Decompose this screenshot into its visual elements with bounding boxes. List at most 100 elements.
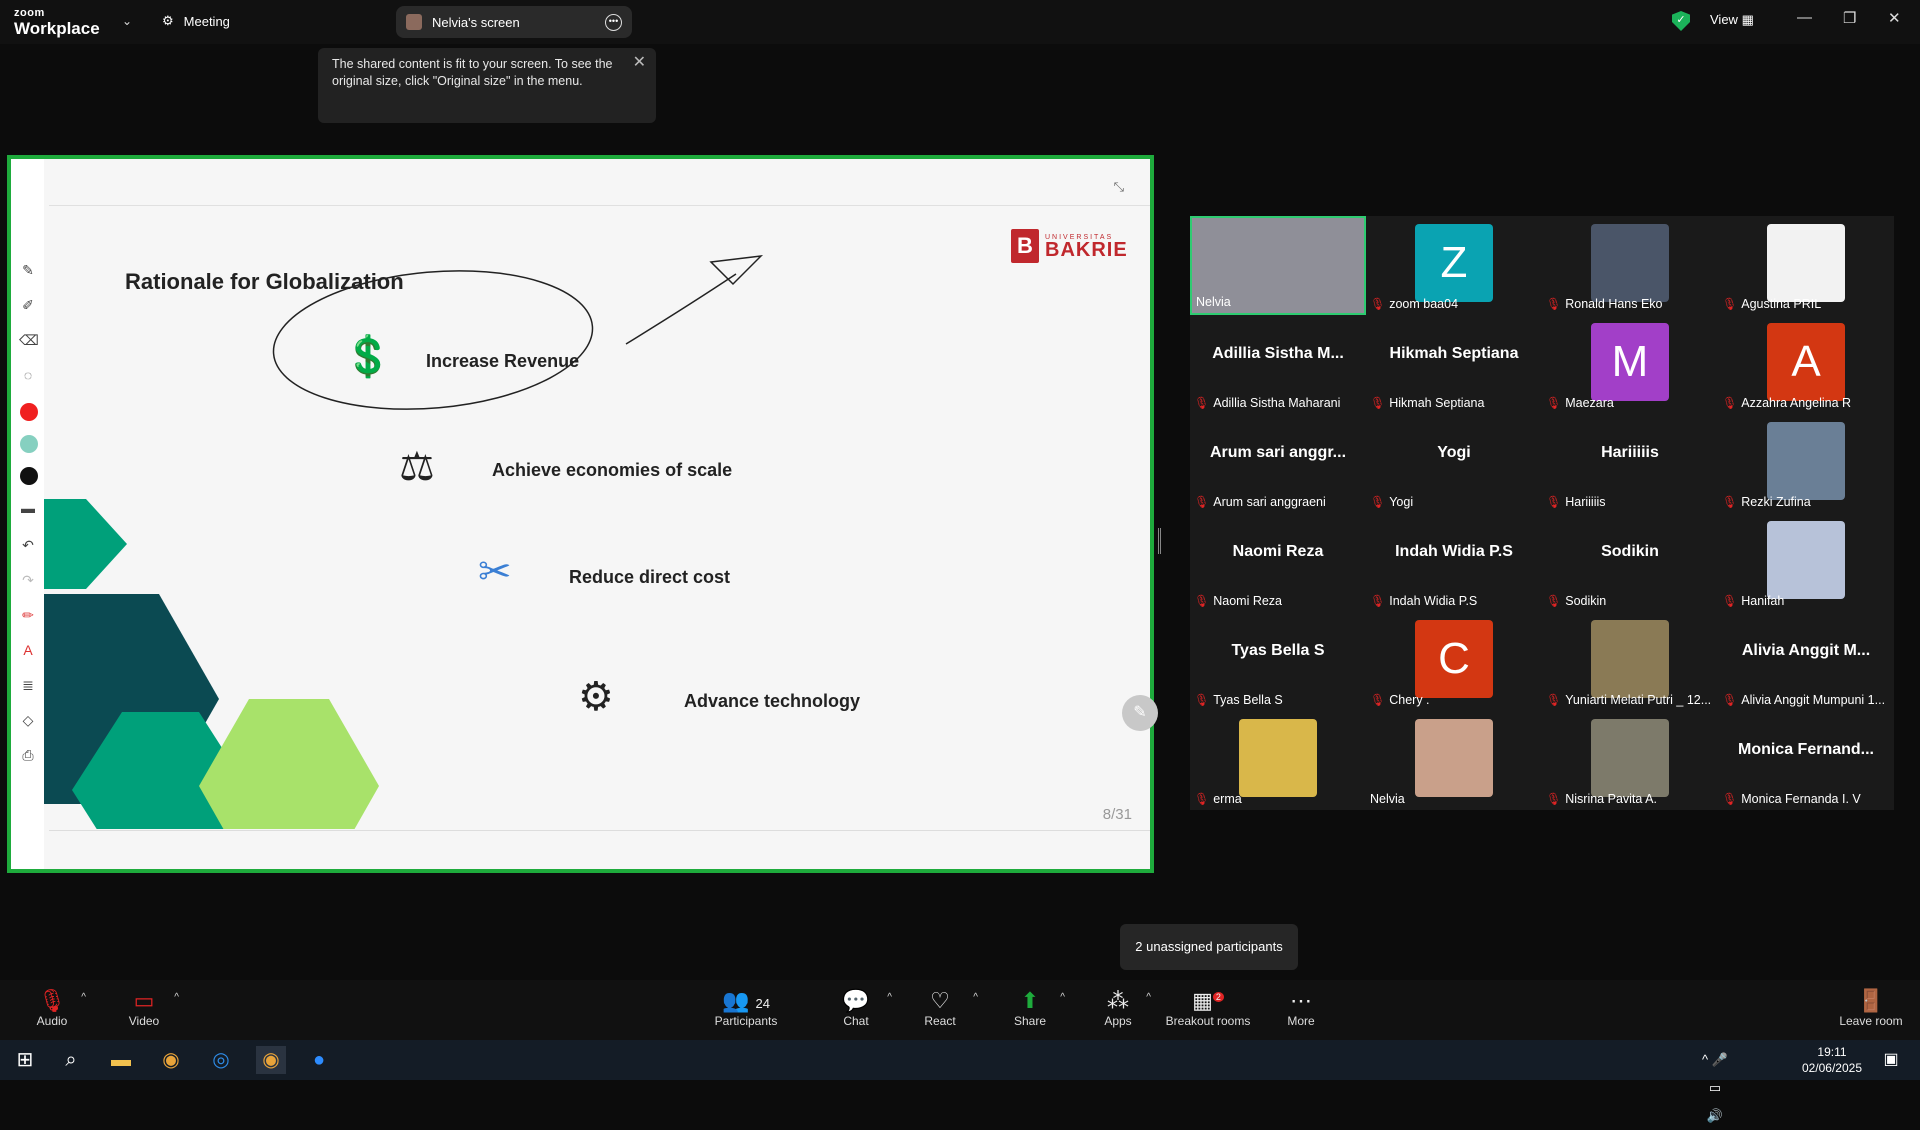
view-button[interactable]: View ▦ xyxy=(1710,12,1754,28)
restore-icon[interactable]: ❐ xyxy=(1843,9,1856,27)
close-icon[interactable]: ✕ xyxy=(633,54,646,71)
marker-icon[interactable]: ✏ xyxy=(19,606,37,624)
windows-start-icon[interactable]: ⊞ xyxy=(10,1046,40,1074)
mic-muted-icon: 🎙 xyxy=(1370,594,1386,608)
clock[interactable]: 19:11 02/06/2025 xyxy=(1802,1044,1862,1076)
participants-button[interactable]: 👥 24 Participants xyxy=(711,988,781,1028)
video-button[interactable]: ▭ Video ^ xyxy=(127,988,179,1028)
participant-tile[interactable]: C 🎙 Chery . xyxy=(1366,612,1542,711)
participant-name-text: Hanifah xyxy=(1741,594,1785,608)
participant-tile[interactable]: 🎙 Ronald Hans Eko xyxy=(1542,216,1718,315)
participant-tile[interactable]: Indah Widia P.S 🎙 Indah Widia P.S xyxy=(1366,513,1542,612)
chevron-up-icon[interactable]: ^ xyxy=(81,992,86,1003)
audio-label: Audio xyxy=(36,1014,68,1028)
redo-icon[interactable]: ↷ xyxy=(19,571,37,589)
chrome-icon[interactable]: ◉ xyxy=(156,1046,186,1074)
participant-tile[interactable]: Naomi Reza 🎙 Naomi Reza xyxy=(1190,513,1366,612)
zoom-app-icon[interactable]: ● xyxy=(304,1046,334,1074)
avatar: C xyxy=(1415,620,1493,698)
close-icon[interactable]: ✕ xyxy=(1888,9,1901,27)
participant-tile[interactable]: Adillia Sistha M... 🎙 Adillia Sistha Mahar… xyxy=(1190,315,1366,414)
file-explorer-icon[interactable]: ▬ xyxy=(106,1046,136,1074)
line-width-icon[interactable]: ▬ xyxy=(19,499,37,517)
participant-tile[interactable]: 🎙 Yuniarti Melati Putri _ 12... xyxy=(1542,612,1718,711)
more-button[interactable]: ⋯ More xyxy=(1286,988,1316,1028)
unassigned-participants-popup[interactable]: 2 unassigned participants xyxy=(1120,924,1298,970)
color-black[interactable] xyxy=(20,467,38,485)
tray-icons[interactable]: ^ 🎤 ▭ 🔊 xyxy=(1700,1046,1730,1123)
chevron-up-icon[interactable]: ^ xyxy=(973,992,978,1003)
chevron-up-icon[interactable]: ^ xyxy=(887,992,892,1003)
participant-tile[interactable]: Nelvia xyxy=(1190,216,1366,315)
stamp-icon[interactable]: ⎙ xyxy=(19,746,37,764)
participant-name: 🎙 Arum sari anggraeni xyxy=(1194,495,1326,509)
participant-tile[interactable]: Hikmah Septiana 🎙 Hikmah Septiana xyxy=(1366,315,1542,414)
format-icon[interactable]: ≣ xyxy=(19,676,37,694)
shapes-icon[interactable]: ◇ xyxy=(19,711,37,729)
color-red[interactable] xyxy=(20,403,38,421)
participant-tile[interactable]: Arum sari anggr... 🎙 Arum sari anggraeni xyxy=(1190,414,1366,513)
chrome-active-icon[interactable]: ◉ xyxy=(256,1046,286,1074)
cost-cut-icon: ✂ xyxy=(478,550,512,594)
participant-tile[interactable]: 🎙 Nisrina Pavita A. xyxy=(1542,711,1718,810)
leave-icon: 🚪 xyxy=(1857,988,1885,1013)
highlighter-icon[interactable]: ✐ xyxy=(19,296,37,314)
eraser-icon[interactable]: ⌫ xyxy=(19,331,39,349)
participant-name-text: Yuniarti Melati Putri _ 12... xyxy=(1565,693,1712,707)
share-button[interactable]: ⬆ Share ^ xyxy=(1013,988,1065,1028)
participant-name: 🎙 zoom baa04 xyxy=(1370,297,1458,311)
participant-tile[interactable]: 🎙 Agustina PRIL xyxy=(1718,216,1894,315)
participant-name-text: Tyas Bella S xyxy=(1213,693,1283,707)
pen-icon[interactable]: ✎ xyxy=(19,261,37,279)
participant-tile[interactable]: 🎙 erma xyxy=(1190,711,1366,810)
undo-icon[interactable]: ↶ xyxy=(19,536,37,554)
leave-room-button[interactable]: 🚪 Leave room xyxy=(1838,988,1904,1028)
avatar xyxy=(1239,719,1317,797)
search-icon[interactable]: ⌕ xyxy=(56,1046,86,1074)
participant-name: 🎙 Hariiiiis xyxy=(1546,495,1606,509)
apps-button[interactable]: ⁂ Apps ^ xyxy=(1103,988,1151,1028)
participant-tile[interactable]: Yogi 🎙 Yogi xyxy=(1366,414,1542,513)
participant-name-text: Sodikin xyxy=(1565,594,1607,608)
browser-icon[interactable]: ◎ xyxy=(206,1046,236,1074)
participant-tile[interactable]: A 🎙 Azzahra Angelina R xyxy=(1718,315,1894,414)
participant-tile[interactable]: Nelvia xyxy=(1366,711,1542,810)
text-icon[interactable]: A xyxy=(19,641,37,659)
mic-muted-icon: 🎙 xyxy=(1370,495,1386,509)
participant-display-name: Alivia Anggit M... xyxy=(1741,642,1871,659)
resize-handle[interactable] xyxy=(1158,528,1161,554)
chat-button[interactable]: 💬 Chat ^ xyxy=(838,988,892,1028)
participants-count: 24 xyxy=(755,996,770,1011)
annotate-pen-icon[interactable]: ✎ xyxy=(1122,695,1158,731)
participant-tile[interactable]: Alivia Anggit M... 🎙 Alivia Anggit Mumpuni… xyxy=(1718,612,1894,711)
chevron-up-icon[interactable]: ^ xyxy=(1060,992,1065,1003)
more-options-icon[interactable]: ••• xyxy=(605,13,622,31)
react-button[interactable]: ♡ React ^ xyxy=(920,988,978,1028)
security-shield-icon[interactable]: ✓ xyxy=(1672,11,1690,31)
minimize-icon[interactable]: — xyxy=(1797,9,1812,26)
hexagon-green xyxy=(199,699,379,829)
heart-icon: ♡ xyxy=(930,988,950,1013)
collapse-icon[interactable]: ⤡ xyxy=(1114,179,1124,195)
participant-tile[interactable]: Z 🎙 zoom baa04 xyxy=(1366,216,1542,315)
audio-button[interactable]: 🎙 Audio ^ xyxy=(36,988,86,1028)
breakout-rooms-button[interactable]: ▦ 2 Breakout rooms xyxy=(1165,988,1251,1028)
breakout-label: Breakout rooms xyxy=(1165,1014,1251,1028)
participant-tile[interactable]: M 🎙 Maezara xyxy=(1542,315,1718,414)
color-teal[interactable] xyxy=(20,435,38,453)
participant-tile[interactable]: Monica Fernand... 🎙 Monica Fernanda I. V xyxy=(1718,711,1894,810)
participant-tile[interactable]: 🎙 Hanifah xyxy=(1718,513,1894,612)
chevron-down-icon[interactable]: ⌄ xyxy=(122,14,132,28)
participant-name-text: Nisrina Pavita A. xyxy=(1565,792,1657,806)
chevron-up-icon[interactable]: ^ xyxy=(174,992,179,1003)
participant-tile[interactable]: Tyas Bella S 🎙 Tyas Bella S xyxy=(1190,612,1366,711)
participant-tile[interactable]: Sodikin 🎙 Sodikin xyxy=(1542,513,1718,612)
chevron-up-icon[interactable]: ^ xyxy=(1146,992,1151,1003)
windows-taskbar: ⊞ ⌕ ▬ ◉ ◎ ◉ ● ^ 🎤 ▭ 🔊 19:11 02/06/2025 ▣ xyxy=(0,1040,1920,1123)
participant-tile[interactable]: 🎙 Rezki Zufina xyxy=(1718,414,1894,513)
lasso-icon[interactable]: ◌ xyxy=(19,366,37,384)
participant-tile[interactable]: Hariiiiis 🎙 Hariiiiis xyxy=(1542,414,1718,513)
screen-share-pill[interactable]: Nelvia's screen ••• xyxy=(396,6,632,38)
notification-icon[interactable]: ▣ xyxy=(1876,1046,1906,1074)
meeting-menu[interactable]: ⚙ Meeting xyxy=(162,13,230,29)
